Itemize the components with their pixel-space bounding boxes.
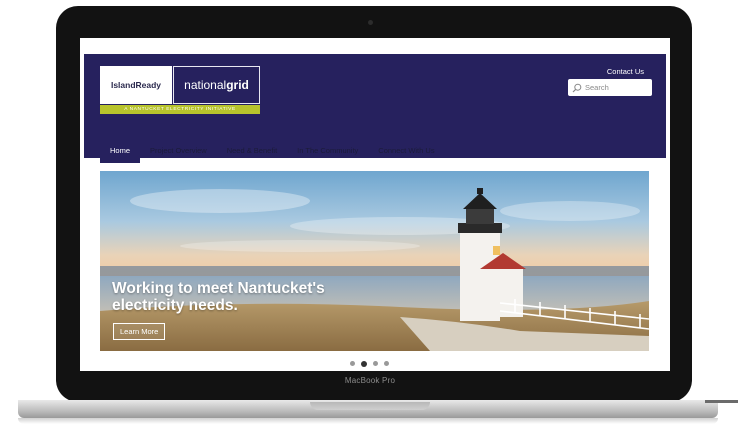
search-icon bbox=[572, 83, 582, 92]
hero-headline-line2: electricity needs. bbox=[112, 297, 238, 314]
logo-nationalgrid: national grid bbox=[173, 66, 260, 104]
contact-us-link[interactable]: Contact Us bbox=[607, 67, 644, 76]
main-nav: Home Project Overview Need & Benefit In … bbox=[100, 138, 445, 163]
logo-grid-bold: grid bbox=[226, 78, 249, 92]
carousel-dot[interactable] bbox=[350, 361, 355, 366]
nav-connect-with-us[interactable]: Connect With Us bbox=[368, 138, 444, 163]
hero-headline-line1: Working to meet Nantucket's bbox=[112, 280, 325, 297]
device-label: MacBook Pro bbox=[344, 376, 396, 385]
browser-screen: IslandReady national grid A NANTUCKET ELE… bbox=[80, 38, 670, 371]
hero-headline: Working to meet Nantucket's electricity … bbox=[112, 280, 325, 314]
carousel-dot[interactable] bbox=[373, 361, 378, 366]
logo-tagline: A NANTUCKET ELECTRICITY INITIATIVE bbox=[100, 105, 260, 114]
search-placeholder: Search bbox=[585, 83, 609, 92]
site-logo[interactable]: IslandReady national grid A NANTUCKET ELE… bbox=[100, 66, 260, 114]
laptop-edge bbox=[705, 400, 738, 403]
carousel-dot-active[interactable] bbox=[361, 360, 367, 367]
hero-banner: Working to meet Nantucket's electricity … bbox=[100, 171, 649, 351]
nav-home[interactable]: Home bbox=[100, 138, 141, 163]
laptop-shadow bbox=[18, 418, 718, 424]
carousel-dot[interactable] bbox=[384, 361, 389, 366]
nav-need-benefit[interactable]: Need & Benefit bbox=[217, 138, 287, 163]
carousel-indicators bbox=[350, 360, 389, 367]
logo-grid-light: national bbox=[184, 78, 227, 92]
laptop-notch bbox=[310, 402, 430, 410]
search-input[interactable]: Search bbox=[568, 79, 652, 96]
learn-more-button[interactable]: Learn More bbox=[113, 323, 166, 340]
hero-image bbox=[100, 171, 649, 351]
nav-in-the-community[interactable]: In The Community bbox=[287, 138, 368, 163]
nav-project-overview[interactable]: Project Overview bbox=[140, 138, 217, 163]
camera-icon bbox=[368, 20, 373, 25]
logo-islandready: IslandReady bbox=[100, 66, 172, 104]
